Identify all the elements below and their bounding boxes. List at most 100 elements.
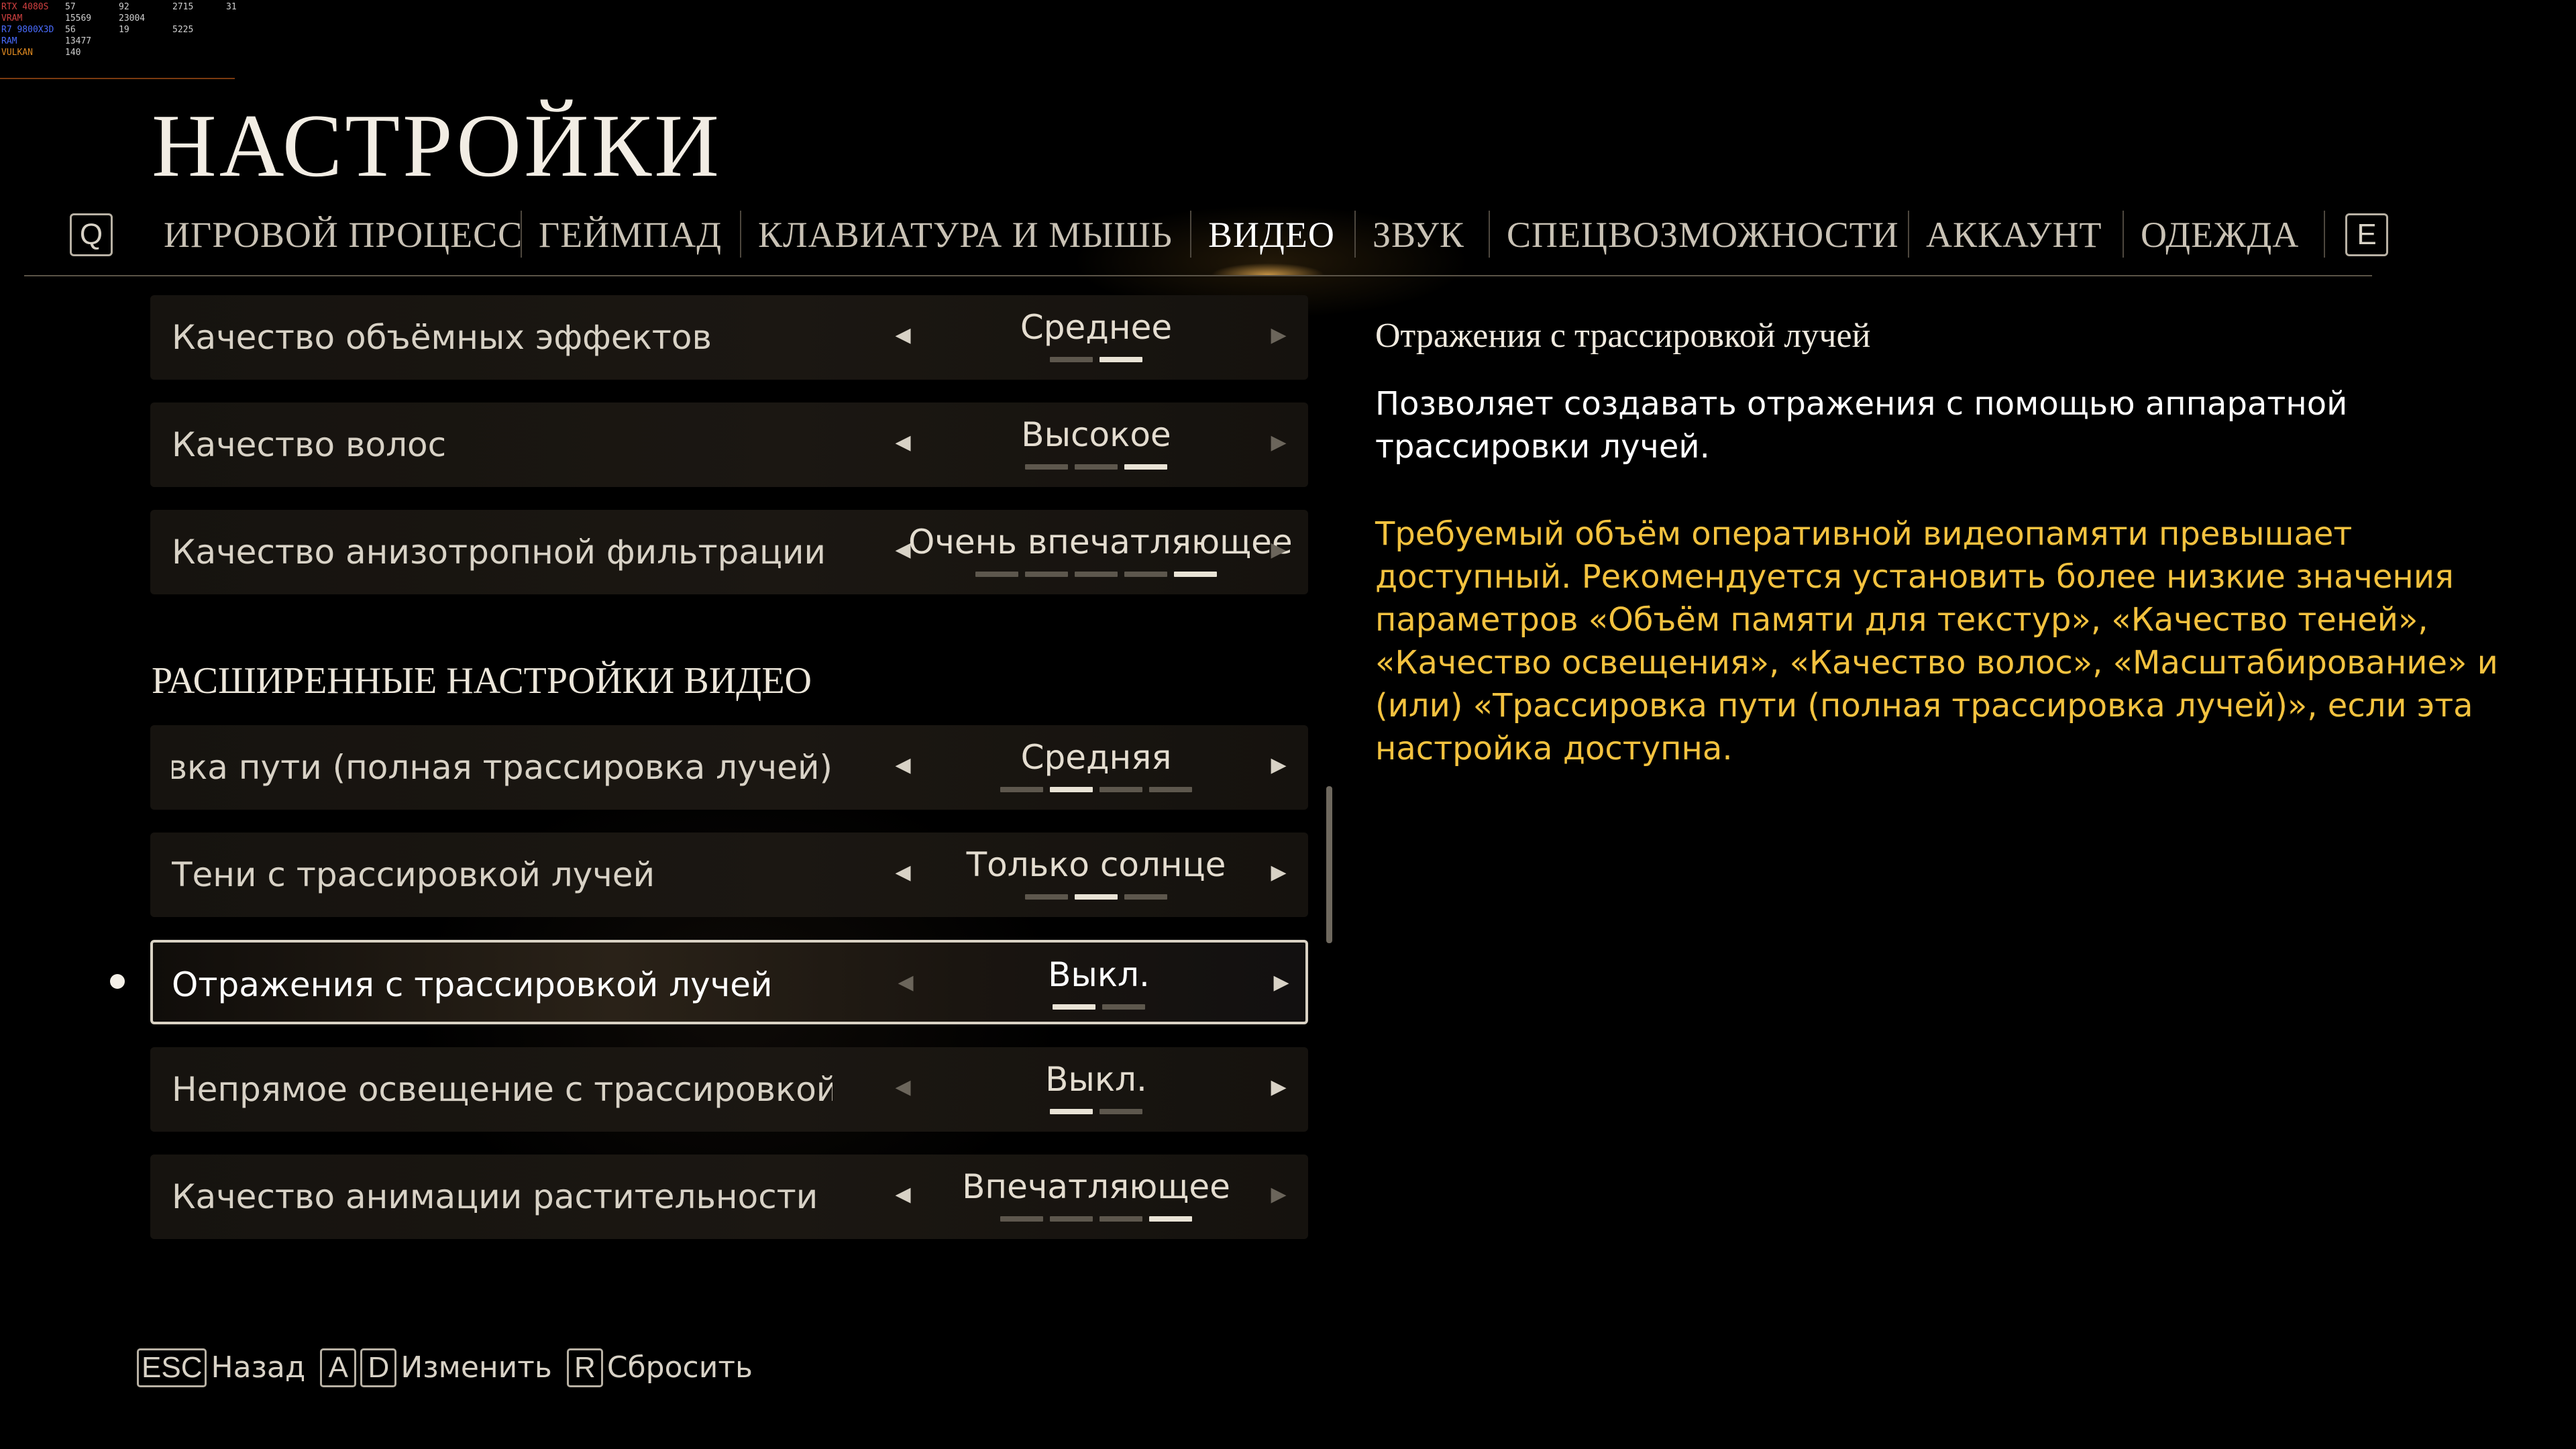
osd-label: R7 9800X3D <box>1 25 54 35</box>
tab-2[interactable]: ГЕЙМПАД <box>539 209 722 260</box>
setting-value: Среднее <box>1020 308 1173 347</box>
level-pip <box>1000 787 1043 792</box>
tab-3[interactable]: КЛАВИАТУРА И МЫШЬ <box>758 209 1173 260</box>
tab-separator <box>2123 211 2124 258</box>
reset-key[interactable]: R <box>566 1348 603 1387</box>
level-pip <box>1149 787 1192 792</box>
setting-label: Трассировка пути (полная трассировка луч… <box>172 725 833 810</box>
setting-row[interactable]: Непрямое освещение с трассировкой лучей◀… <box>150 1047 1308 1132</box>
setting-level-indicator <box>908 357 1284 362</box>
osd-row: VULKAN 140 <box>1 47 280 58</box>
tab-bar-divider <box>24 275 2372 276</box>
tab-separator <box>1908 211 1909 258</box>
level-pip <box>1099 1109 1142 1114</box>
setting-label-text: Непрямое освещение с трассировкой лучей <box>172 1070 833 1109</box>
prev-tab-key[interactable]: Q <box>70 213 113 256</box>
level-pip <box>1075 572 1118 577</box>
setting-value: Выкл. <box>1048 955 1150 994</box>
osd-value: 92 <box>119 2 129 12</box>
setting-row[interactable]: Качество анизотропной фильтрации ◀ Очень в… <box>150 510 1308 594</box>
setting-label: Отражения с трассировкой лучей <box>172 943 833 1022</box>
level-pip <box>1102 1004 1145 1010</box>
level-pip <box>1124 894 1167 900</box>
setting-label-text: Качество объёмных эффектов <box>172 318 712 357</box>
setting-level-indicator <box>908 464 1284 470</box>
tab-separator <box>1354 211 1356 258</box>
back-key[interactable]: ESC <box>137 1348 207 1387</box>
osd-value: 15569 <box>65 13 92 23</box>
osd-row: VRAM 15569 23004 <box>1 13 280 24</box>
increase-arrow-icon[interactable]: ▶ <box>1265 725 1292 810</box>
osd-row: R7 9800X3D 56 19 5225 <box>1 24 280 36</box>
tab-5[interactable]: ЗВУК <box>1373 209 1464 260</box>
osd-label: RAM <box>1 36 17 46</box>
setting-row[interactable]: Трассировка пути (полная трассировка луч… <box>150 725 1308 810</box>
osd-value: 19 <box>119 25 129 35</box>
change-label[interactable]: Изменить <box>400 1348 552 1387</box>
next-tab-key[interactable]: E <box>2345 213 2388 256</box>
increase-arrow-icon[interactable]: ▶ <box>1265 402 1292 487</box>
osd-value: 2715 <box>172 2 194 12</box>
setting-label-text: Отражения с трассировкой лучей <box>172 965 773 1004</box>
setting-level-indicator <box>908 1109 1284 1114</box>
level-pip <box>1050 787 1093 792</box>
increase-arrow-icon[interactable]: ▶ <box>1265 1155 1292 1239</box>
settings-scrollbar[interactable] <box>1326 786 1332 943</box>
level-pip <box>1000 1216 1043 1222</box>
level-pip <box>1025 894 1068 900</box>
setting-row[interactable]: Качество волос ◀ Высокое ▶ <box>150 402 1308 487</box>
increase-arrow-icon[interactable]: ▶ <box>1265 295 1292 380</box>
tab-1[interactable]: ИГРОВОЙ ПРОЦЕСС <box>164 209 523 260</box>
back-label[interactable]: Назад <box>211 1348 305 1387</box>
osd-label: VRAM <box>1 13 23 23</box>
tab-6[interactable]: СПЕЦВОЗМОЖНОСТИ <box>1507 209 1899 260</box>
tab-separator <box>1190 211 1191 258</box>
setting-label-text: Качество волос <box>172 425 447 464</box>
setting-label: Тени с трассировкой лучей <box>172 833 833 917</box>
level-pip <box>1050 357 1093 362</box>
level-pip <box>1075 894 1118 900</box>
setting-label: Непрямое освещение с трассировкой лучей <box>172 1047 833 1132</box>
increase-arrow-icon[interactable]: ▶ <box>1265 510 1292 594</box>
description-body: Позволяет создавать отражения с помощью … <box>1375 385 2348 466</box>
setting-value: Высокое <box>1021 415 1171 454</box>
performance-overlay: RTX 4080S 57 92 2715 31 VRAM 15569 23004 R7 9800… <box>0 0 268 80</box>
reset-label[interactable]: Сбросить <box>607 1348 753 1387</box>
tab-separator <box>2324 211 2325 258</box>
osd-value: 23004 <box>119 13 146 23</box>
level-pip <box>975 572 1018 577</box>
change-right-key[interactable]: D <box>360 1348 397 1387</box>
setting-level-indicator <box>908 1216 1284 1222</box>
level-pip <box>1099 1216 1142 1222</box>
setting-row[interactable]: Отражения с трассировкой лучей ◀ Выкл. ▶ <box>150 940 1308 1024</box>
tab-7[interactable]: АККАУНТ <box>1926 209 2102 260</box>
osd-graph-line <box>0 78 235 79</box>
setting-label: Качество анимации растительности <box>172 1155 833 1239</box>
section-header-advanced-video: РАСШИРЕННЫЕ НАСТРОЙКИ ВИДЕО <box>152 660 812 702</box>
increase-arrow-icon[interactable]: ▶ <box>1268 943 1295 1022</box>
setting-row[interactable]: Качество анимации растительности ◀ Впечатл… <box>150 1155 1308 1239</box>
tab-4[interactable]: ВИДЕО <box>1208 209 1335 260</box>
setting-value: Очень впечатляющее <box>908 523 1293 561</box>
osd-value: 13477 <box>65 36 92 46</box>
description-warning: Требуемый объём оперативной видеопамяти … <box>1375 515 2498 767</box>
setting-row[interactable]: Тени с трассировкой лучей ◀ Только солнце ▶ <box>150 833 1308 917</box>
osd-value: 31 <box>226 2 237 12</box>
setting-label: Качество волос <box>172 402 833 487</box>
osd-value: 5225 <box>172 25 194 35</box>
increase-arrow-icon[interactable]: ▶ <box>1265 833 1292 917</box>
setting-level-indicator <box>908 572 1284 577</box>
setting-label-text: Качество анизотропной фильтрации <box>172 533 826 572</box>
level-pip <box>1050 1109 1093 1114</box>
change-left-key[interactable]: A <box>320 1348 357 1387</box>
setting-level-indicator <box>908 894 1284 900</box>
control-hints: ESC Назад A D Изменить R Сбросить <box>137 1348 767 1391</box>
level-pip <box>1099 787 1142 792</box>
increase-arrow-icon[interactable]: ▶ <box>1265 1047 1292 1132</box>
setting-value: Выкл. <box>1045 1060 1147 1099</box>
tab-8[interactable]: ОДЕЖДА <box>2141 209 2299 260</box>
setting-level-indicator <box>911 1004 1287 1010</box>
setting-label-text: Трассировка пути (полная трассировка луч… <box>172 748 833 787</box>
setting-value: Средняя <box>1020 738 1172 777</box>
setting-row[interactable]: Качество объёмных эффектов ◀ Среднее ▶ <box>150 295 1308 380</box>
